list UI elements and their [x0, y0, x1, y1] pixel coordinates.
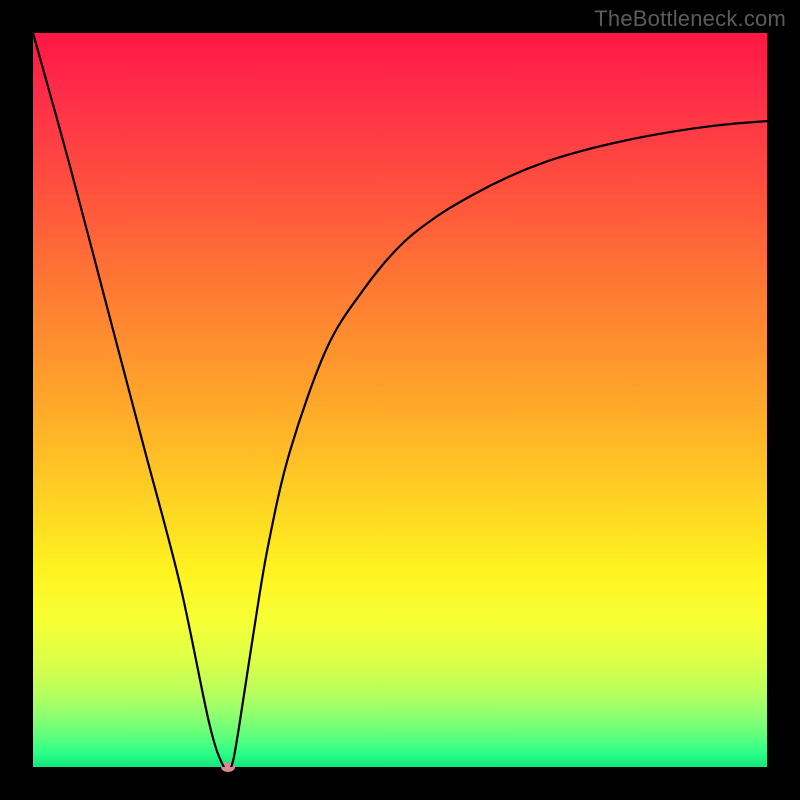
watermark-text: TheBottleneck.com [594, 6, 786, 32]
chart-frame: TheBottleneck.com [0, 0, 800, 800]
bottleneck-curve [33, 33, 767, 767]
curve-path [33, 33, 767, 767]
